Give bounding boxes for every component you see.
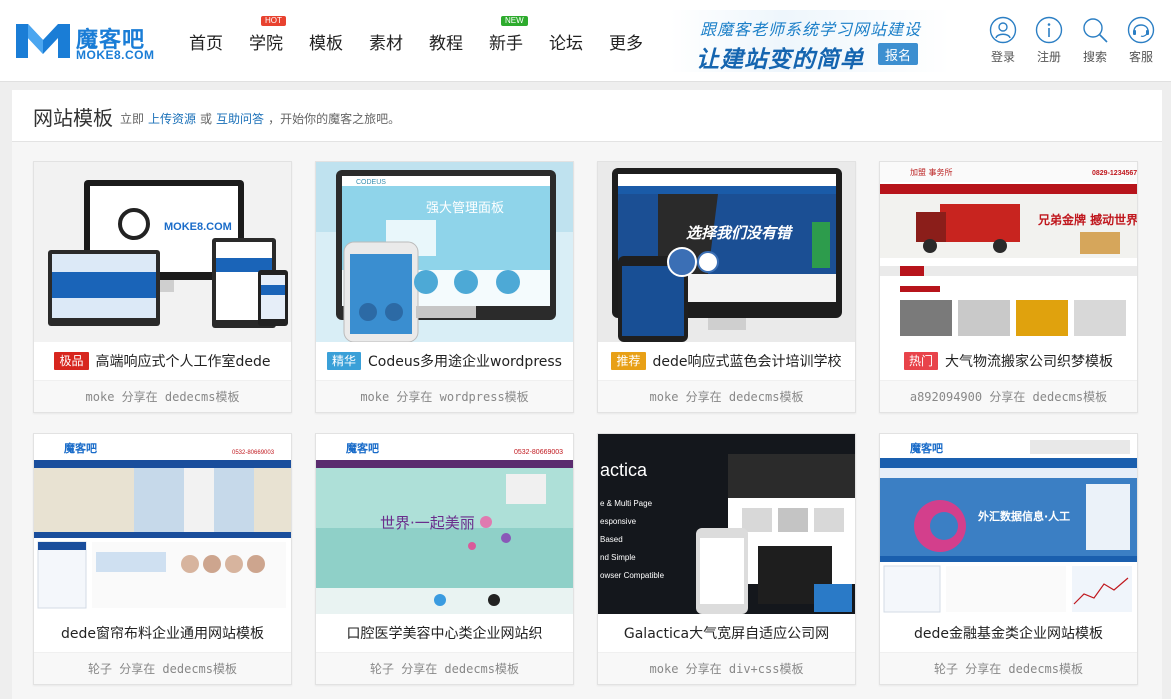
- template-thumbnail[interactable]: 魔客吧 0532-80669003 世界·一起美丽: [316, 434, 573, 614]
- template-card[interactable]: CODEUS 强大管理面板 精华 Codeus多用途企业wordpress mok…: [315, 161, 574, 413]
- info-icon: [1035, 16, 1063, 44]
- logo-text-en: MOKE8.COM: [76, 48, 155, 62]
- thumb-brand: 魔客吧: [64, 441, 97, 455]
- user-icon: [989, 16, 1017, 44]
- thumb-brand: MOKE8.COM: [164, 221, 232, 233]
- template-panel: 网站模板 立即上传资源或互助问答，开始你的魔客之旅吧。 MOKE8.COM: [12, 90, 1162, 699]
- svg-text:Based: Based: [600, 535, 623, 544]
- support-button[interactable]: 客服: [1118, 16, 1164, 65]
- template-meta: 轮子 分享在 dedecms模板: [34, 652, 291, 684]
- thumb-slogan: 世界·一起美丽: [380, 514, 475, 532]
- svg-text:e & Multi Page: e & Multi Page: [600, 499, 653, 508]
- nav-more[interactable]: 更多: [596, 0, 656, 82]
- svg-text:加盟 事务所: 加盟 事务所: [910, 167, 953, 177]
- login-button[interactable]: 登录: [980, 16, 1026, 65]
- template-meta: moke 分享在 div+css模板: [598, 652, 855, 684]
- main-nav: 首页 HOT 学院 模板 素材 教程 NEW 新手 论坛 更多: [176, 0, 656, 82]
- panel-header: 网站模板 立即 上传资源或互助问答 ，开始你的魔客之旅吧。: [12, 90, 1162, 142]
- thumb-slogan: 选择我们没有错: [686, 224, 794, 242]
- site-header: 魔客吧 MOKE8.COM 首页 HOT 学院 模板 素材 教程 NEW 新手 论坛…: [0, 0, 1171, 82]
- promo-banner[interactable]: 跟魔客老师系统学习网站建设 让建站变的简单 报名: [670, 10, 950, 73]
- template-thumbnail[interactable]: 魔客吧 外汇数据信息·人工: [880, 434, 1137, 614]
- nav-home[interactable]: 首页: [176, 0, 236, 82]
- template-card[interactable]: 魔客吧 外汇数据信息·人工 dede金融基金类企业网站模板 轮子 分享在 ded…: [879, 433, 1138, 685]
- headset-icon: [1127, 16, 1155, 44]
- new-badge: NEW: [501, 16, 528, 26]
- nav-templates[interactable]: 模板: [296, 0, 356, 82]
- logo-mark-icon: [16, 24, 70, 58]
- nav-materials[interactable]: 素材: [356, 0, 416, 82]
- upload-link[interactable]: 上传资源: [148, 112, 196, 126]
- page-title: 网站模板: [33, 106, 113, 130]
- template-meta: moke 分享在 dedecms模板: [598, 380, 855, 412]
- panel-subtitle: 立即 上传资源或互助问答 ，开始你的魔客之旅吧。: [120, 112, 401, 126]
- thumb-brand: actica: [600, 460, 648, 480]
- template-thumbnail[interactable]: CODEUS 强大管理面板: [316, 162, 573, 342]
- template-card[interactable]: actica e & Multi Page esponsive Based nd…: [597, 433, 856, 685]
- template-thumbnail[interactable]: 加盟 事务所 0829-1234567 兄弟金牌 撼动世界: [880, 162, 1137, 342]
- nav-academy[interactable]: HOT 学院: [236, 0, 296, 82]
- thumb-phone: 0829-1234567: [1092, 170, 1137, 177]
- promo-slogan: 让建站变的简单: [696, 47, 864, 73]
- template-thumbnail[interactable]: actica e & Multi Page esponsive Based nd…: [598, 434, 855, 614]
- nav-beginners[interactable]: NEW 新手: [476, 0, 536, 82]
- template-card[interactable]: 选择我们没有错 推荐 dede响应式蓝色会计培训学校 moke 分享在 dedec…: [597, 161, 856, 413]
- signup-button[interactable]: 报名: [878, 43, 918, 65]
- template-title[interactable]: dede窗帘布料企业通用网站模板: [34, 616, 291, 650]
- thumb-brand: CODEUS: [356, 179, 386, 186]
- template-card[interactable]: 加盟 事务所 0829-1234567 兄弟金牌 撼动世界 热门 大气物流搬家公司…: [879, 161, 1138, 413]
- template-title[interactable]: 热门 大气物流搬家公司织梦模板: [880, 344, 1137, 378]
- template-title[interactable]: dede金融基金类企业网站模板: [880, 616, 1137, 650]
- site-logo[interactable]: 魔客吧 MOKE8.COM: [14, 20, 154, 62]
- nav-tutorials[interactable]: 教程: [416, 0, 476, 82]
- thumb-brand: 魔客吧: [346, 441, 379, 455]
- promo-tagline: 跟魔客老师系统学习网站建设: [700, 20, 922, 39]
- template-title[interactable]: Galactica大气宽屏自适应公司网: [598, 616, 855, 650]
- template-thumbnail[interactable]: MOKE8.COM: [34, 162, 291, 342]
- template-card[interactable]: MOKE8.COM 极品 高端响应式个人工作室dede moke 分享在 dede…: [33, 161, 292, 413]
- register-button[interactable]: 注册: [1026, 16, 1072, 65]
- hot-badge: HOT: [261, 16, 286, 26]
- tag-badge: 精华: [327, 352, 362, 370]
- svg-text:esponsive: esponsive: [600, 517, 637, 526]
- thumb-phone: 0532-80669003: [514, 449, 563, 456]
- search-icon: [1083, 18, 1108, 43]
- template-meta: moke 分享在 wordpress模板: [316, 380, 573, 412]
- template-thumbnail[interactable]: 魔客吧 0532-80669003: [34, 434, 291, 614]
- template-meta: 轮子 分享在 dedecms模板: [316, 652, 573, 684]
- tag-badge: 极品: [54, 352, 89, 370]
- thumb-banner: 兄弟金牌 撼动世界: [1037, 212, 1137, 227]
- template-meta: a892094900 分享在 dedecms模板: [880, 380, 1137, 412]
- header-tools: 登录 注册 搜索 客服: [980, 16, 1164, 65]
- tag-badge: 推荐: [611, 352, 646, 370]
- thumb-banner: 外汇数据信息·人工: [977, 509, 1070, 523]
- template-title[interactable]: 口腔医学美容中心类企业网站织: [316, 616, 573, 650]
- template-title[interactable]: 精华 Codeus多用途企业wordpress: [316, 344, 573, 378]
- template-card[interactable]: 魔客吧 0532-80669003 世界·一起美丽 口腔医学美容中心类企业网站织…: [315, 433, 574, 685]
- search-button[interactable]: 搜索: [1072, 16, 1118, 65]
- svg-text:nd Simple: nd Simple: [600, 553, 636, 562]
- thumb-phone: 0532-80669003: [232, 450, 275, 456]
- template-title[interactable]: 极品 高端响应式个人工作室dede: [34, 344, 291, 378]
- template-title[interactable]: 推荐 dede响应式蓝色会计培训学校: [598, 344, 855, 378]
- template-meta: moke 分享在 dedecms模板: [34, 380, 291, 412]
- svg-text:owser Compatible: owser Compatible: [600, 571, 665, 580]
- qa-link[interactable]: 互助问答: [216, 112, 264, 126]
- thumb-heading: 强大管理面板: [426, 201, 504, 216]
- thumb-brand: 魔客吧: [910, 441, 943, 455]
- nav-forum[interactable]: 论坛: [536, 0, 596, 82]
- template-meta: 轮子 分享在 dedecms模板: [880, 652, 1137, 684]
- template-thumbnail[interactable]: 选择我们没有错: [598, 162, 855, 342]
- tag-badge: 热门: [903, 352, 938, 370]
- template-card[interactable]: 魔客吧 0532-80669003 dede窗帘布料企业通用网站模板 轮子 分享…: [33, 433, 292, 685]
